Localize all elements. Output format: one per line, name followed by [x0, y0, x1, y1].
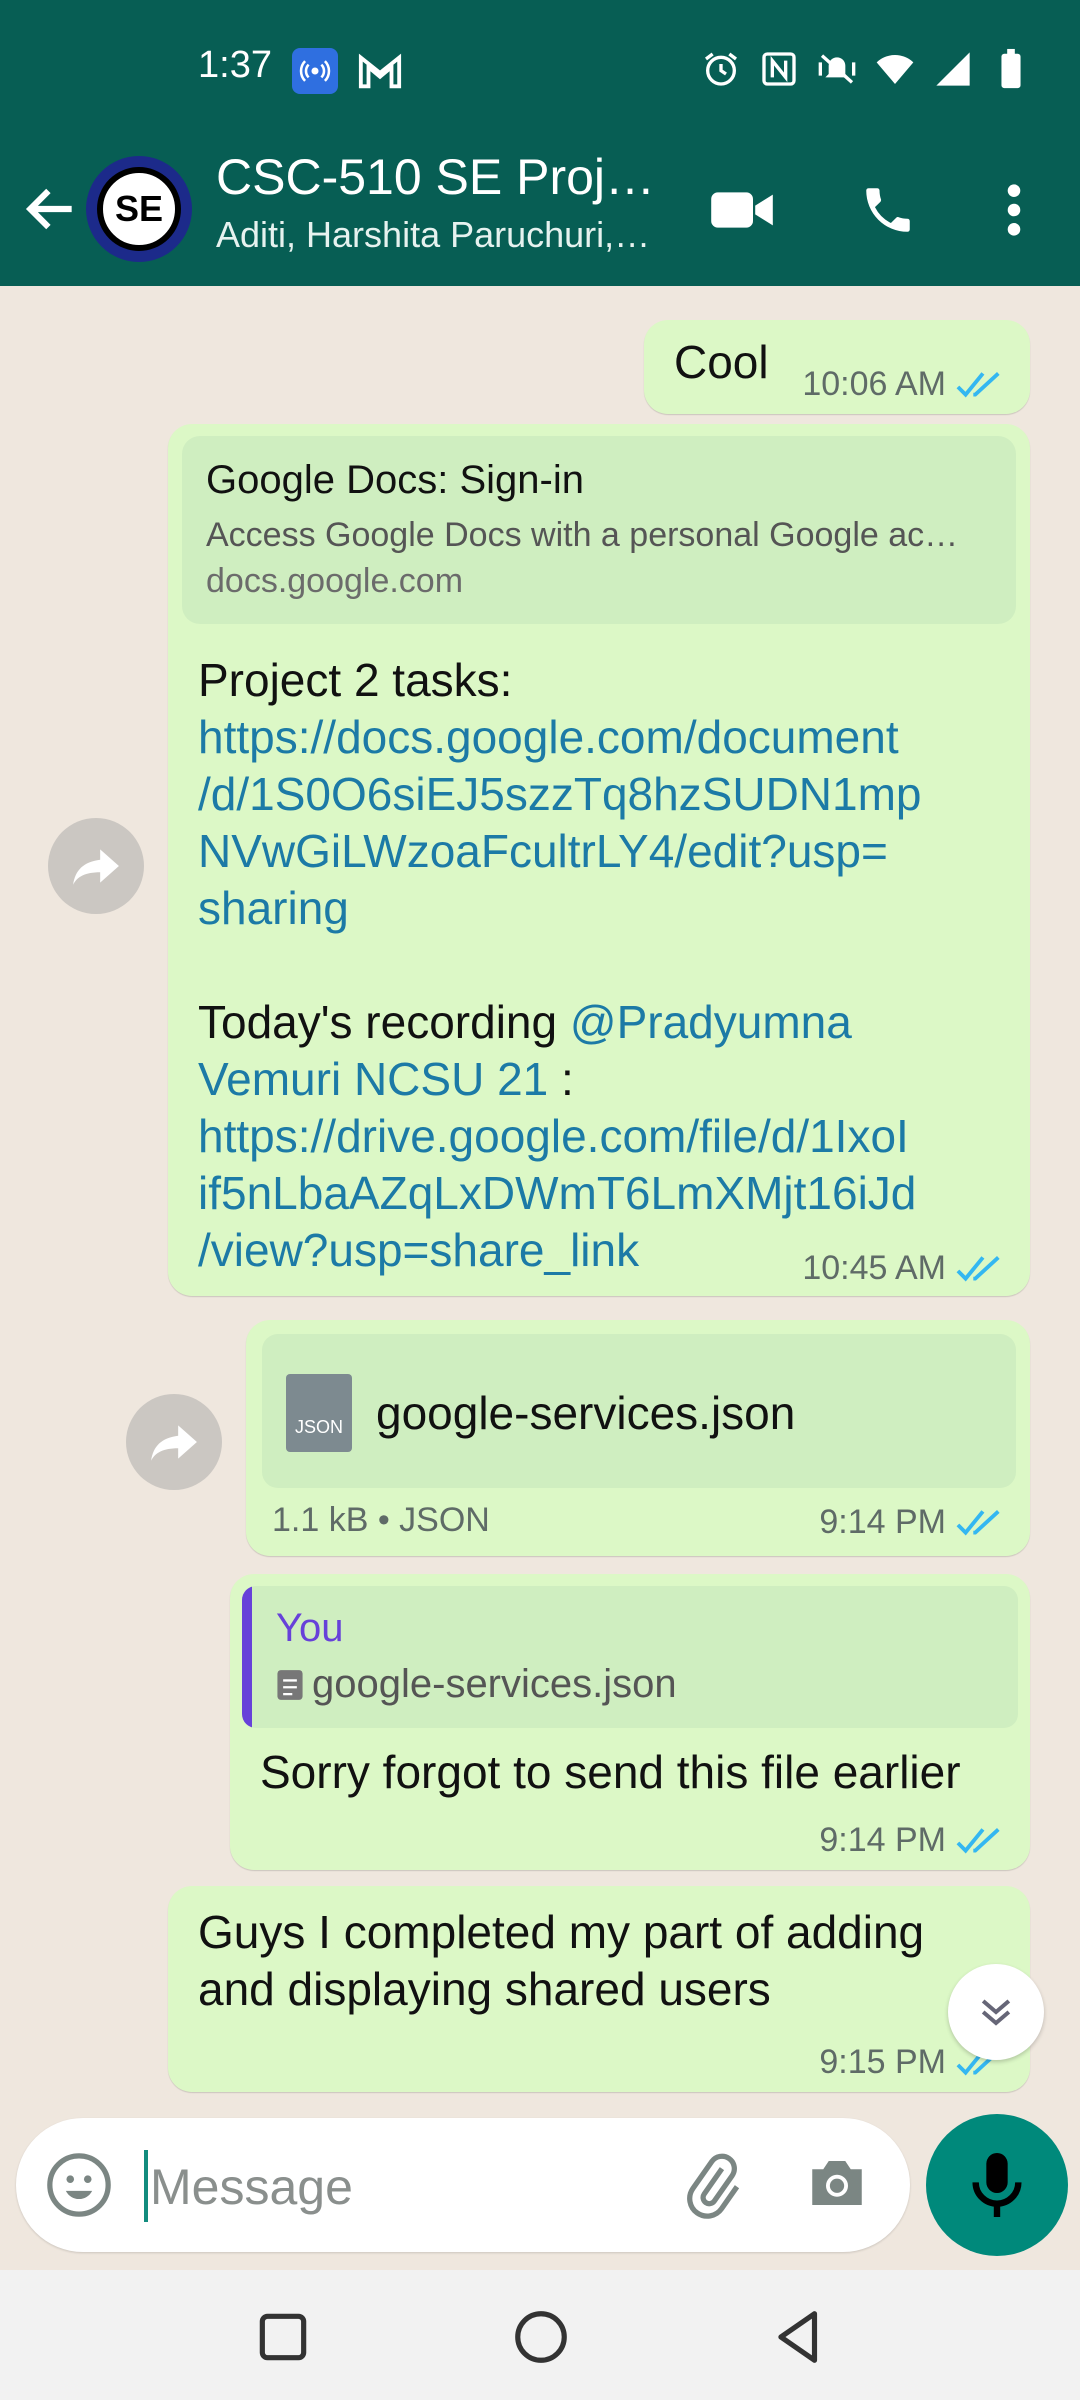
gmail-icon [356, 48, 404, 94]
message-bubble-completed[interactable]: Guys I completed my part of adding and d… [168, 1886, 1030, 2092]
quoted-message[interactable]: You google-services.json [242, 1586, 1018, 1728]
message-body: Project 2 tasks: https://docs.google.com… [198, 652, 1018, 1279]
scroll-to-bottom-button[interactable] [948, 1964, 1044, 2060]
message-bubble-project-tasks[interactable]: Google Docs: Sign-in Access Google Docs … [168, 424, 1030, 1296]
file-name: google-services.json [376, 1387, 796, 1439]
back-button[interactable] [768, 2306, 830, 2368]
mention-link[interactable]: Vemuri NCSU 21 [198, 1053, 548, 1105]
vibrate-icon [816, 48, 858, 90]
link-preview-domain: docs.google.com [206, 562, 464, 600]
message-time: 9:14 PM [819, 1503, 946, 1541]
message-text: Cool [674, 336, 769, 388]
quote-file-name: google-services.json [312, 1662, 677, 1706]
system-nav-bar [0, 2270, 1080, 2400]
emoji-icon[interactable] [44, 2150, 114, 2220]
voice-call-icon[interactable] [852, 174, 924, 246]
link-segment[interactable]: sharing [198, 880, 1018, 937]
message-line: Guys I completed my part of adding [198, 1906, 925, 1958]
message-line: : [548, 1053, 574, 1105]
message-line: and displaying shared users [198, 1963, 771, 2015]
battery-icon [990, 48, 1032, 90]
message-time: 10:06 AM [802, 365, 946, 403]
alarm-icon [700, 48, 742, 90]
status-time: 1:37 [198, 44, 272, 86]
recents-button[interactable] [252, 2306, 314, 2368]
chat-title[interactable]: CSC-510 SE Proj… [216, 148, 655, 206]
avatar-text: SE [97, 167, 181, 251]
forward-icon[interactable] [126, 1394, 222, 1490]
composer-bar: Message [0, 2104, 1080, 2272]
file-attachment[interactable]: JSON google-services.json [262, 1334, 1016, 1488]
file-icon-label: JSON [294, 1417, 343, 1437]
message-body: Guys I completed my part of adding and d… [198, 1904, 924, 2018]
text-caret [144, 2150, 148, 2222]
link-segment[interactable]: if5nLbaAZqLxDWmT6LmXMjt16iJd [198, 1165, 1018, 1222]
camera-icon[interactable] [804, 2150, 874, 2220]
signal-icon [932, 48, 974, 90]
link-segment[interactable]: https://drive.google.com/file/d/1IxoI [198, 1108, 1018, 1165]
link-segment[interactable]: https://docs.google.com/document [198, 709, 1018, 766]
microphone-icon [972, 2153, 1022, 2217]
mention-link[interactable]: @Pradyumna [570, 996, 852, 1048]
link-preview-title: Google Docs: Sign-in [206, 458, 584, 502]
quote-accent-bar [242, 1586, 252, 1728]
chat-area[interactable]: Cool 10:06 AM Google Docs: Sign-in Acces… [0, 286, 1080, 2104]
double-chevron-down-icon [981, 1999, 1011, 2026]
quote-author: You [276, 1606, 344, 1650]
message-time: 10:45 AM [802, 1249, 946, 1287]
message-time: 9:14 PM [819, 1821, 946, 1859]
link-segment[interactable]: /d/1S0O6siEJ5szzTq8hzSUDN1mp [198, 766, 1018, 823]
json-file-icon: JSON [286, 1374, 352, 1452]
message-bubble-cool[interactable]: Cool 10:06 AM [644, 320, 1030, 414]
more-options-icon[interactable] [978, 174, 1050, 246]
double-tick-icon [956, 1255, 1000, 1281]
file-info: 1.1 kB • JSON [272, 1501, 490, 1539]
link-segment[interactable]: NVwGiLWzoaFcultrLY4/edit?usp= [198, 823, 1018, 880]
home-button[interactable] [510, 2306, 572, 2368]
forward-icon[interactable] [48, 818, 144, 914]
double-tick-icon [956, 1509, 1000, 1535]
chat-header: SE CSC-510 SE Proj… Aditi, Harshita Paru… [0, 140, 1080, 286]
nfc-icon [758, 48, 800, 90]
document-icon [277, 1669, 303, 1700]
docs-link[interactable]: https://docs.google.com/document /d/1S0O… [198, 709, 1018, 937]
voice-message-button[interactable] [926, 2114, 1068, 2256]
double-tick-icon [956, 371, 1000, 397]
message-text: Sorry forgot to send this file earlier [260, 1746, 961, 1798]
hotspot-icon [292, 48, 338, 94]
wifi-icon [874, 48, 916, 90]
message-bubble-reply[interactable]: You google-services.json Sorry forgot to… [230, 1574, 1030, 1870]
chat-participants[interactable]: Aditi, Harshita Paruchuri,… [216, 214, 650, 256]
video-call-icon[interactable] [706, 174, 778, 246]
back-arrow-icon[interactable] [20, 178, 82, 240]
message-bubble-file[interactable]: JSON google-services.json 1.1 kB • JSON … [246, 1320, 1030, 1556]
group-avatar[interactable]: SE [86, 156, 192, 262]
message-line: Today's recording [198, 996, 570, 1048]
message-input[interactable]: Message [16, 2118, 910, 2252]
double-tick-icon [956, 1827, 1000, 1853]
status-bar: 1:37 [0, 0, 1080, 140]
message-line: Project 2 tasks: [198, 654, 513, 706]
message-placeholder[interactable]: Message [150, 2158, 353, 2216]
link-preview[interactable]: Google Docs: Sign-in Access Google Docs … [182, 436, 1016, 624]
link-preview-description: Access Google Docs with a personal Googl… [206, 516, 959, 554]
message-time: 9:15 PM [819, 2043, 946, 2081]
attach-icon[interactable] [678, 2150, 748, 2220]
